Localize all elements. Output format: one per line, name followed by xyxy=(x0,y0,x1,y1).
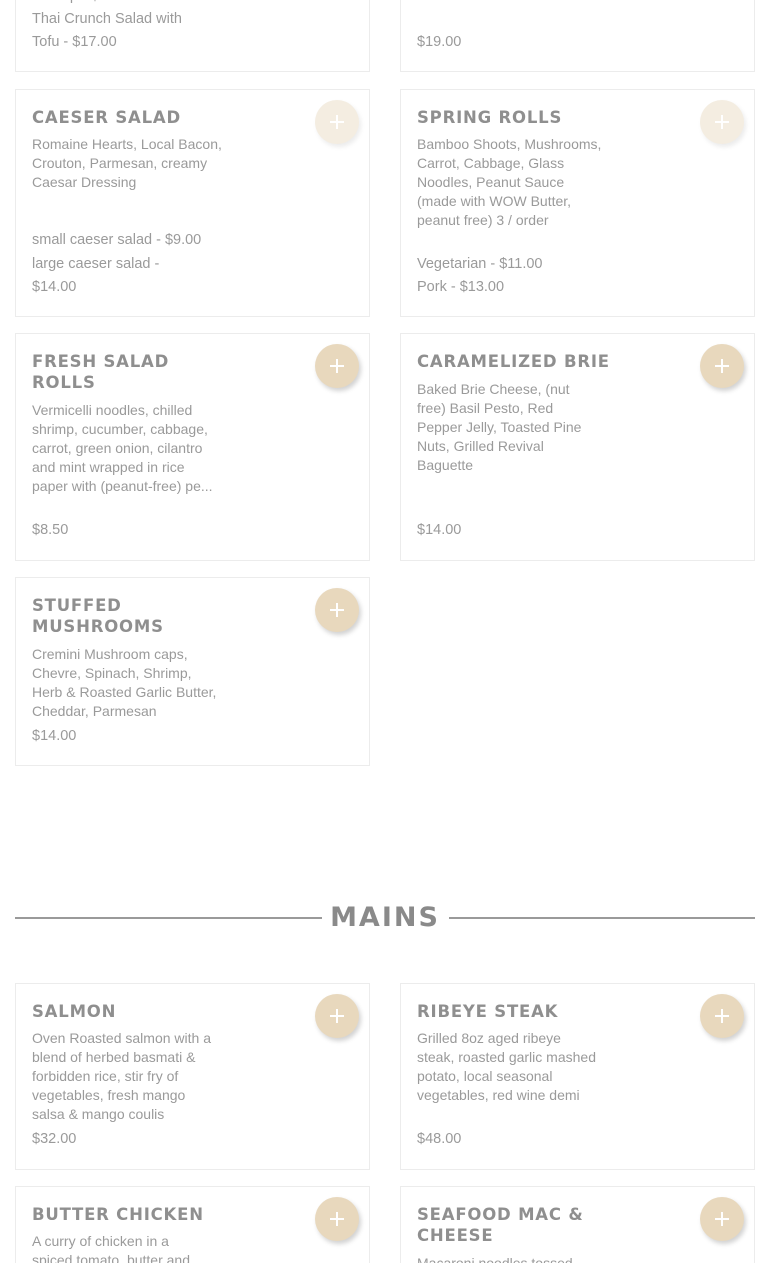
add-to-cart-button[interactable] xyxy=(315,344,359,388)
menu-card-seafood-mac-cheese[interactable]: SEAFOOD MAC & CHEESE Macaroni noodles to… xyxy=(400,1186,755,1263)
item-description: A curry of chicken in a spiced tomato, b… xyxy=(32,1233,190,1263)
menu-card-partial-right: $19.00 xyxy=(400,0,755,72)
plus-icon xyxy=(715,1212,729,1226)
item-title: FRESH SALAD ROLLS xyxy=(32,352,170,392)
menu-card-partial-left: Shrimp - $19.00 Thai Crunch Salad with T… xyxy=(15,0,370,72)
item-price: Pork - $13.00 xyxy=(417,279,505,295)
item-description: Cremini Mushroom caps, Chevre, Spinach, … xyxy=(32,646,217,719)
add-to-cart-button[interactable] xyxy=(315,588,359,632)
item-price: large caeser salad - $14.00 xyxy=(32,256,160,295)
section-title: MAINS xyxy=(330,902,440,933)
item-description: Grilled 8oz aged ribeye steak, roasted g… xyxy=(417,1030,596,1103)
item-price: Vegetarian - $11.00 xyxy=(417,256,543,272)
plus-icon xyxy=(330,1009,344,1023)
menu-card-salmon[interactable]: SALMON Oven Roasted salmon with a blend … xyxy=(15,983,370,1170)
menu-card-ribeye-steak[interactable]: RIBEYE STEAK Grilled 8oz aged ribeye ste… xyxy=(400,983,755,1170)
item-price: $19.00 xyxy=(417,34,462,50)
item-title: BUTTER CHICKEN xyxy=(32,1205,204,1224)
item-price: Shrimp - $19.00 xyxy=(32,0,227,8)
item-description: Oven Roasted salmon with a blend of herb… xyxy=(32,1030,211,1122)
item-price: $48.00 xyxy=(417,1131,462,1147)
item-price: $32.00 xyxy=(32,1131,77,1147)
plus-icon xyxy=(330,115,344,129)
item-price: $14.00 xyxy=(32,728,77,744)
menu-card-caramelized-brie[interactable]: CARAMELIZED BRIE Baked Brie Cheese, (nut… xyxy=(400,333,755,561)
plus-icon xyxy=(330,1212,344,1226)
item-description: Baked Brie Cheese, (nut free) Basil Pest… xyxy=(417,381,582,473)
menu-card-butter-chicken[interactable]: BUTTER CHICKEN A curry of chicken in a s… xyxy=(15,1186,370,1263)
item-title: CARAMELIZED BRIE xyxy=(417,352,610,371)
item-description: Bamboo Shoots, Mushrooms, Carrot, Cabbag… xyxy=(417,136,602,228)
add-to-cart-button[interactable] xyxy=(700,344,744,388)
item-description: Romaine Hearts, Local Bacon, Crouton, Pa… xyxy=(32,136,222,190)
plus-icon xyxy=(330,603,344,617)
add-to-cart-button[interactable] xyxy=(700,100,744,144)
menu-card-spring-rolls[interactable]: SPRING ROLLS Bamboo Shoots, Mushrooms, C… xyxy=(400,89,755,317)
item-title: SPRING ROLLS xyxy=(417,108,563,127)
add-to-cart-button[interactable] xyxy=(700,994,744,1038)
item-price: $8.50 xyxy=(32,522,69,538)
item-title: STUFFED MUSHROOMS xyxy=(32,596,164,636)
item-description: Macaroni noodles tossed xyxy=(417,1255,573,1263)
plus-icon xyxy=(330,359,344,373)
menu-card-fresh-salad-rolls[interactable]: FRESH SALAD ROLLS Vermicelli noodles, ch… xyxy=(15,333,370,561)
item-title: SEAFOOD MAC & CHEESE xyxy=(417,1205,584,1245)
add-to-cart-button[interactable] xyxy=(315,1197,359,1241)
item-title: SALMON xyxy=(32,1002,117,1021)
section-header-mains: MAINS xyxy=(15,898,755,938)
plus-icon xyxy=(715,1009,729,1023)
menu-card-stuffed-mushrooms[interactable]: STUFFED MUSHROOMS Cremini Mushroom caps,… xyxy=(15,577,370,766)
plus-icon xyxy=(715,115,729,129)
plus-icon xyxy=(715,359,729,373)
add-to-cart-button[interactable] xyxy=(700,1197,744,1241)
add-to-cart-button[interactable] xyxy=(315,100,359,144)
item-price: small caeser salad - $9.00 xyxy=(32,232,202,248)
menu-card-caeser-salad[interactable]: CAESER SALAD Romaine Hearts, Local Bacon… xyxy=(15,89,370,317)
item-description: Vermicelli noodles, chilled shrimp, cucu… xyxy=(32,402,213,494)
item-price: $14.00 xyxy=(417,522,462,538)
add-to-cart-button[interactable] xyxy=(315,994,359,1038)
item-title: RIBEYE STEAK xyxy=(417,1002,559,1021)
item-price: Thai Crunch Salad with Tofu - $17.00 xyxy=(32,11,182,50)
item-title: CAESER SALAD xyxy=(32,108,181,127)
